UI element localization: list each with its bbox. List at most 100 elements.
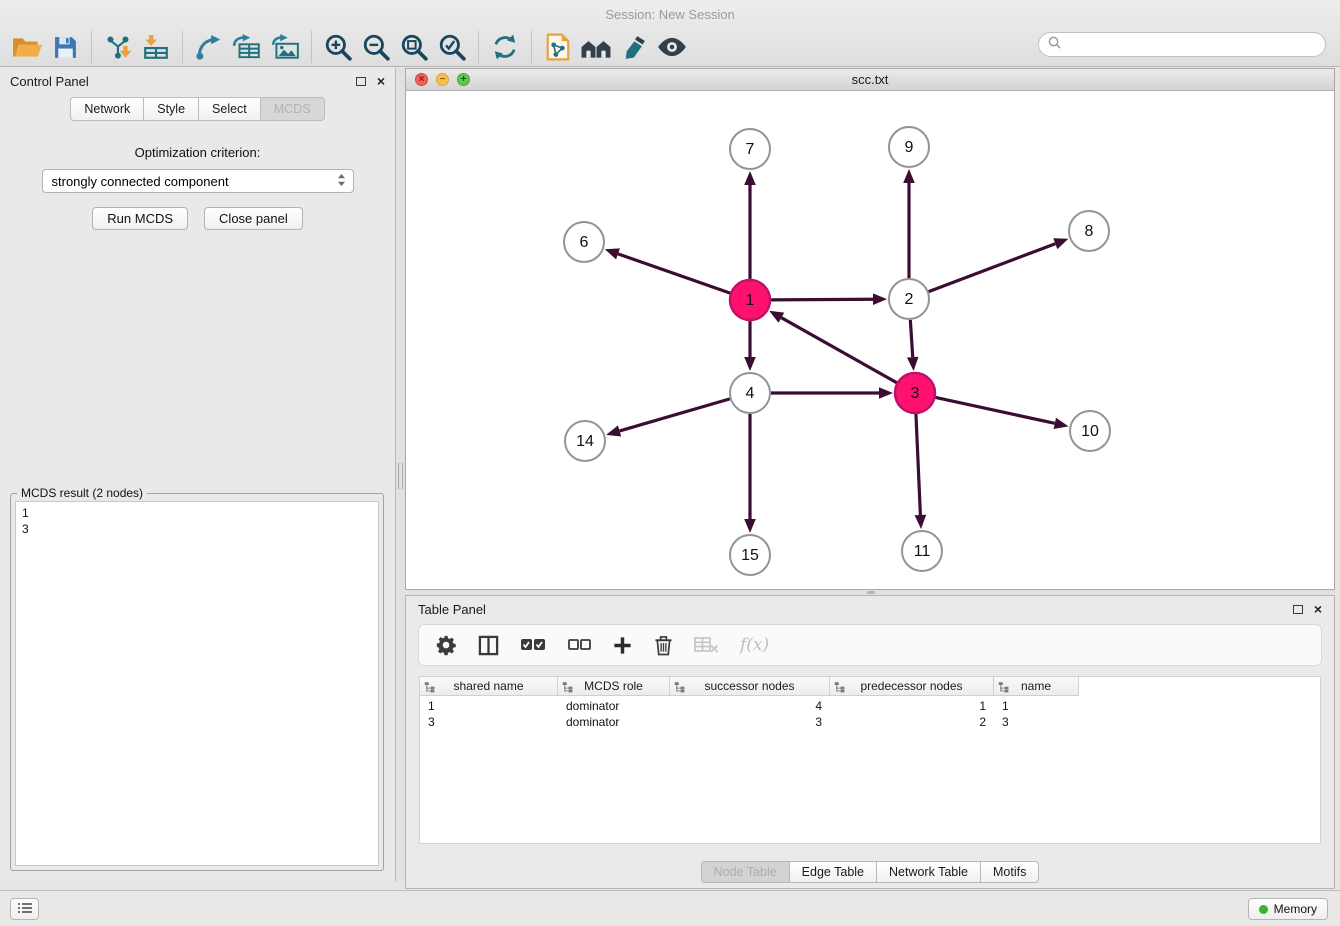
zoom-in-button[interactable] — [319, 30, 357, 64]
annotation-brush-button[interactable] — [615, 30, 653, 64]
column-header-successor[interactable]: successor nodes — [670, 677, 830, 696]
cell-successor: 4 — [670, 699, 830, 713]
graph-node-4[interactable]: 4 — [730, 373, 770, 413]
select-all-button[interactable] — [520, 636, 546, 654]
table-options-button[interactable] — [435, 634, 457, 656]
graph-node-1[interactable]: 1 — [730, 280, 770, 320]
minimize-window-button[interactable]: − — [436, 73, 449, 86]
graph-edge-2-8[interactable] — [929, 238, 1069, 291]
close-table-panel-icon[interactable]: × — [1314, 604, 1322, 614]
graph-edge-1-7[interactable] — [744, 171, 756, 279]
close-panel-icon[interactable]: × — [377, 76, 385, 86]
function-builder-button[interactable]: f(x) — [740, 635, 769, 655]
graph-edge-2-3[interactable] — [907, 320, 919, 371]
dropdown-arrows-icon — [337, 173, 346, 190]
network-graph[interactable]: 7 9 6 8 1 2 4 3 14 10 15 11 — [406, 91, 1334, 589]
delete-column-button[interactable] — [654, 635, 673, 656]
graph-node-6[interactable]: 6 — [564, 222, 604, 262]
zoom-in-icon — [324, 33, 352, 61]
graph-edge-2-9[interactable] — [903, 169, 915, 278]
graph-edge-3-11[interactable] — [915, 414, 927, 529]
graph-edge-1-2[interactable] — [771, 293, 887, 305]
add-column-button[interactable] — [612, 635, 633, 656]
first-neighbors-button[interactable] — [577, 30, 615, 64]
graph-node-10[interactable]: 10 — [1070, 411, 1110, 451]
float-table-panel-icon[interactable] — [1293, 605, 1303, 614]
network-canvas[interactable]: 7 9 6 8 1 2 4 3 14 10 15 11 — [406, 91, 1334, 589]
zoom-out-button[interactable] — [357, 30, 395, 64]
graph-node-9[interactable]: 9 — [889, 127, 929, 167]
search-box[interactable] — [1038, 32, 1326, 57]
tab-motifs[interactable]: Motifs — [981, 861, 1039, 883]
run-mcds-button[interactable]: Run MCDS — [92, 207, 188, 230]
column-header-shared_name[interactable]: shared name — [420, 677, 558, 696]
open-session-button[interactable] — [8, 30, 46, 64]
tab-select[interactable]: Select — [199, 97, 261, 121]
graph-node-15[interactable]: 15 — [730, 535, 770, 575]
zoom-selected-button[interactable] — [433, 30, 471, 64]
graph-edge-3-1[interactable] — [769, 311, 897, 383]
deselect-all-button[interactable] — [567, 636, 591, 654]
graph-edge-4-3[interactable] — [771, 387, 893, 399]
show-column-panel-button[interactable] — [478, 635, 499, 656]
graph-edge-1-6[interactable] — [605, 248, 730, 293]
zoom-fit-button[interactable] — [395, 30, 433, 64]
graph-edge-3-10[interactable] — [936, 397, 1069, 429]
table-row[interactable]: 3dominator323 — [420, 714, 1320, 730]
tab-node-table[interactable]: Node Table — [701, 861, 790, 883]
task-list-icon — [17, 902, 33, 917]
close-window-button[interactable]: × — [415, 73, 428, 86]
column-header-mcds_role[interactable]: MCDS role — [558, 677, 670, 696]
table-row[interactable]: 1dominator411 — [420, 698, 1320, 714]
window-titlebar: Session: New Session — [0, 0, 1340, 28]
control-panel: Control Panel × NetworkStyleSelectMCDS O… — [0, 68, 396, 881]
tab-network-table[interactable]: Network Table — [877, 861, 981, 883]
column-header-predecessor[interactable]: predecessor nodes — [830, 677, 994, 696]
task-history-button[interactable] — [10, 898, 39, 920]
import-table-button[interactable] — [137, 30, 175, 64]
graph-edge-1-4[interactable] — [744, 321, 756, 371]
refresh-icon — [491, 33, 519, 61]
close-panel-button[interactable]: Close panel — [204, 207, 303, 230]
mcds-result-box: MCDS result (2 nodes) 13 — [10, 493, 384, 871]
graph-node-11[interactable]: 11 — [902, 531, 942, 571]
save-session-button[interactable] — [46, 30, 84, 64]
import-network-button[interactable] — [99, 30, 137, 64]
mcds-result-list[interactable]: 13 — [15, 501, 379, 866]
export-table-button[interactable] — [228, 30, 266, 64]
tab-style[interactable]: Style — [144, 97, 199, 121]
graph-node-3[interactable]: 3 — [895, 373, 935, 413]
tab-mcds[interactable]: MCDS — [261, 97, 325, 121]
tab-network[interactable]: Network — [70, 97, 144, 121]
optimization-criterion-select[interactable]: strongly connected component — [42, 169, 354, 193]
vertical-panel-splitter[interactable] — [396, 68, 405, 881]
export-network-button[interactable] — [190, 30, 228, 64]
float-panel-icon[interactable] — [356, 77, 366, 86]
control-panel-tabs: NetworkStyleSelectMCDS — [0, 97, 395, 121]
tab-edge-table[interactable]: Edge Table — [790, 861, 877, 883]
graph-node-14[interactable]: 14 — [565, 421, 605, 461]
column-header-name[interactable]: name — [994, 677, 1079, 696]
graph-node-2[interactable]: 2 — [889, 279, 929, 319]
graph-edge-4-15[interactable] — [744, 414, 756, 533]
memory-button[interactable]: Memory — [1248, 898, 1328, 920]
export-image-button[interactable] — [266, 30, 304, 64]
graph-edge-4-14[interactable] — [606, 399, 730, 437]
attribute-icon — [424, 681, 435, 693]
delete-table-button[interactable] — [694, 636, 719, 654]
graph-node-label: 6 — [580, 234, 589, 251]
zoom-fit-icon — [400, 33, 428, 61]
search-input[interactable] — [1067, 38, 1316, 52]
maximize-window-button[interactable]: + — [457, 73, 470, 86]
network-document-button[interactable] — [539, 30, 577, 64]
network-window-titlebar[interactable]: × − + scc.txt — [406, 69, 1334, 91]
node-table[interactable]: shared name MCDS role successor nodesprede… — [419, 676, 1321, 844]
apply-layout-button[interactable] — [486, 30, 524, 64]
column-header-label: MCDS role — [584, 679, 643, 693]
graph-node-7[interactable]: 7 — [730, 129, 770, 169]
graph-node-label: 8 — [1085, 223, 1094, 240]
show-hide-button[interactable] — [653, 30, 691, 64]
graph-node-8[interactable]: 8 — [1069, 211, 1109, 251]
import-network-icon — [104, 34, 133, 60]
graph-node-label: 3 — [911, 385, 920, 402]
